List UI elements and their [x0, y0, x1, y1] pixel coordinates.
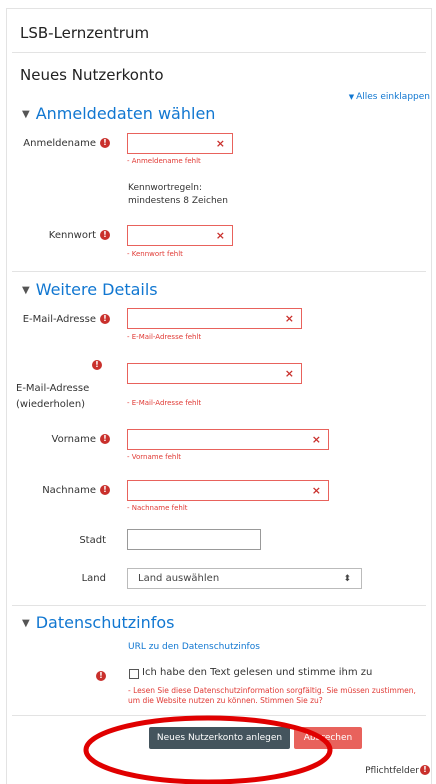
password-label-text: Kennwort: [48, 230, 96, 241]
country-select-value: Land auswählen: [138, 573, 220, 584]
triangle-down-icon: ▼: [22, 618, 30, 629]
lastname-label: Nachname!: [10, 485, 110, 496]
annotation-ellipse: [83, 715, 333, 784]
city-label: Stadt: [79, 535, 106, 546]
x-icon: ×: [284, 312, 294, 325]
password-input[interactable]: ×: [127, 225, 233, 246]
triangle-down-icon: ▼: [22, 285, 30, 296]
exclamation-circle-icon: !: [100, 434, 110, 444]
exclamation-circle-icon: !: [100, 138, 110, 148]
email-input[interactable]: ×: [127, 308, 302, 329]
exclamation-circle-icon: !: [96, 671, 106, 681]
section-details-header[interactable]: ▼ Weitere Details: [22, 280, 158, 299]
email2-input[interactable]: ×: [127, 363, 302, 384]
section-divider: [12, 605, 426, 606]
x-icon: ×: [215, 229, 225, 242]
privacy-error: - Lesen Sie diese Datenschutzinformation…: [128, 686, 416, 705]
email-label-text: E-Mail-Adresse: [22, 314, 96, 325]
required-legend: Pflichtfelder!: [365, 765, 430, 776]
firstname-label: Vorname!: [10, 434, 110, 445]
username-input[interactable]: ×: [127, 133, 233, 154]
exclamation-circle-icon: !: [420, 765, 430, 775]
triangle-down-icon: ▼: [348, 93, 355, 101]
section-divider: [12, 271, 426, 272]
username-label-text: Anmeldename: [23, 138, 96, 149]
city-input[interactable]: [127, 529, 261, 550]
password-rules-title: Kennwortregeln:: [128, 183, 203, 193]
section-details-title: Weitere Details: [35, 280, 158, 299]
firstname-error: - Vorname fehlt: [127, 453, 182, 461]
x-icon: ×: [311, 484, 321, 497]
email2-label-line2: (wiederholen): [16, 399, 86, 410]
sort-arrows-icon: ⬍: [343, 574, 351, 584]
lastname-error: - Nachname fehlt: [127, 504, 188, 512]
x-icon: ×: [284, 367, 294, 380]
country-select[interactable]: Land auswählen ⬍: [127, 568, 362, 589]
exclamation-circle-icon: !: [100, 314, 110, 324]
x-icon: ×: [311, 433, 321, 446]
password-label: Kennwort!: [10, 230, 110, 241]
country-label: Land: [81, 573, 106, 584]
firstname-input[interactable]: ×: [127, 429, 329, 450]
lastname-label-text: Nachname: [42, 485, 96, 496]
section-login-header[interactable]: ▼ Anmeldedaten wählen: [22, 104, 215, 123]
required-legend-text: Pflichtfelder: [365, 766, 419, 776]
exclamation-circle-icon: !: [100, 485, 110, 495]
email2-label: E-Mail-Adresse (wiederholen): [16, 381, 89, 413]
privacy-agree-checkbox[interactable]: [129, 669, 139, 679]
collapse-all-link[interactable]: ▼ Alles einklappen: [349, 92, 430, 102]
exclamation-circle-icon: !: [92, 360, 102, 370]
privacy-agree-label[interactable]: Ich habe den Text gelesen und stimme ihm…: [142, 667, 372, 678]
exclamation-circle-icon: !: [100, 230, 110, 240]
section-privacy-title: Datenschutzinfos: [35, 613, 175, 632]
x-icon: ×: [215, 137, 225, 150]
section-login-title: Anmeldedaten wählen: [35, 104, 216, 123]
triangle-down-icon: ▼: [22, 109, 30, 120]
username-error: - Anmeldename fehlt: [127, 157, 201, 165]
username-label: Anmeldename!: [10, 138, 110, 149]
firstname-label-text: Vorname: [51, 434, 96, 445]
email2-error: - E-Mail-Adresse fehlt: [127, 399, 202, 407]
email2-label-line1: E-Mail-Adresse: [16, 383, 90, 394]
email-label: E-Mail-Adresse!: [10, 314, 110, 325]
site-title[interactable]: LSB-Lernzentrum: [20, 24, 149, 42]
collapse-all-label: Alles einklappen: [356, 92, 430, 102]
section-privacy-header[interactable]: ▼ Datenschutzinfos: [22, 613, 175, 632]
header-divider: [12, 52, 426, 53]
lastname-input[interactable]: ×: [127, 480, 329, 501]
page-title: Neues Nutzerkonto: [20, 66, 164, 84]
privacy-url-link[interactable]: URL zu den Datenschutzinfos: [128, 642, 260, 652]
password-error: - Kennwort fehlt: [127, 250, 183, 258]
password-rule-min-length: mindestens 8 Zeichen: [128, 196, 228, 206]
email-error: - E-Mail-Adresse fehlt: [127, 333, 202, 341]
